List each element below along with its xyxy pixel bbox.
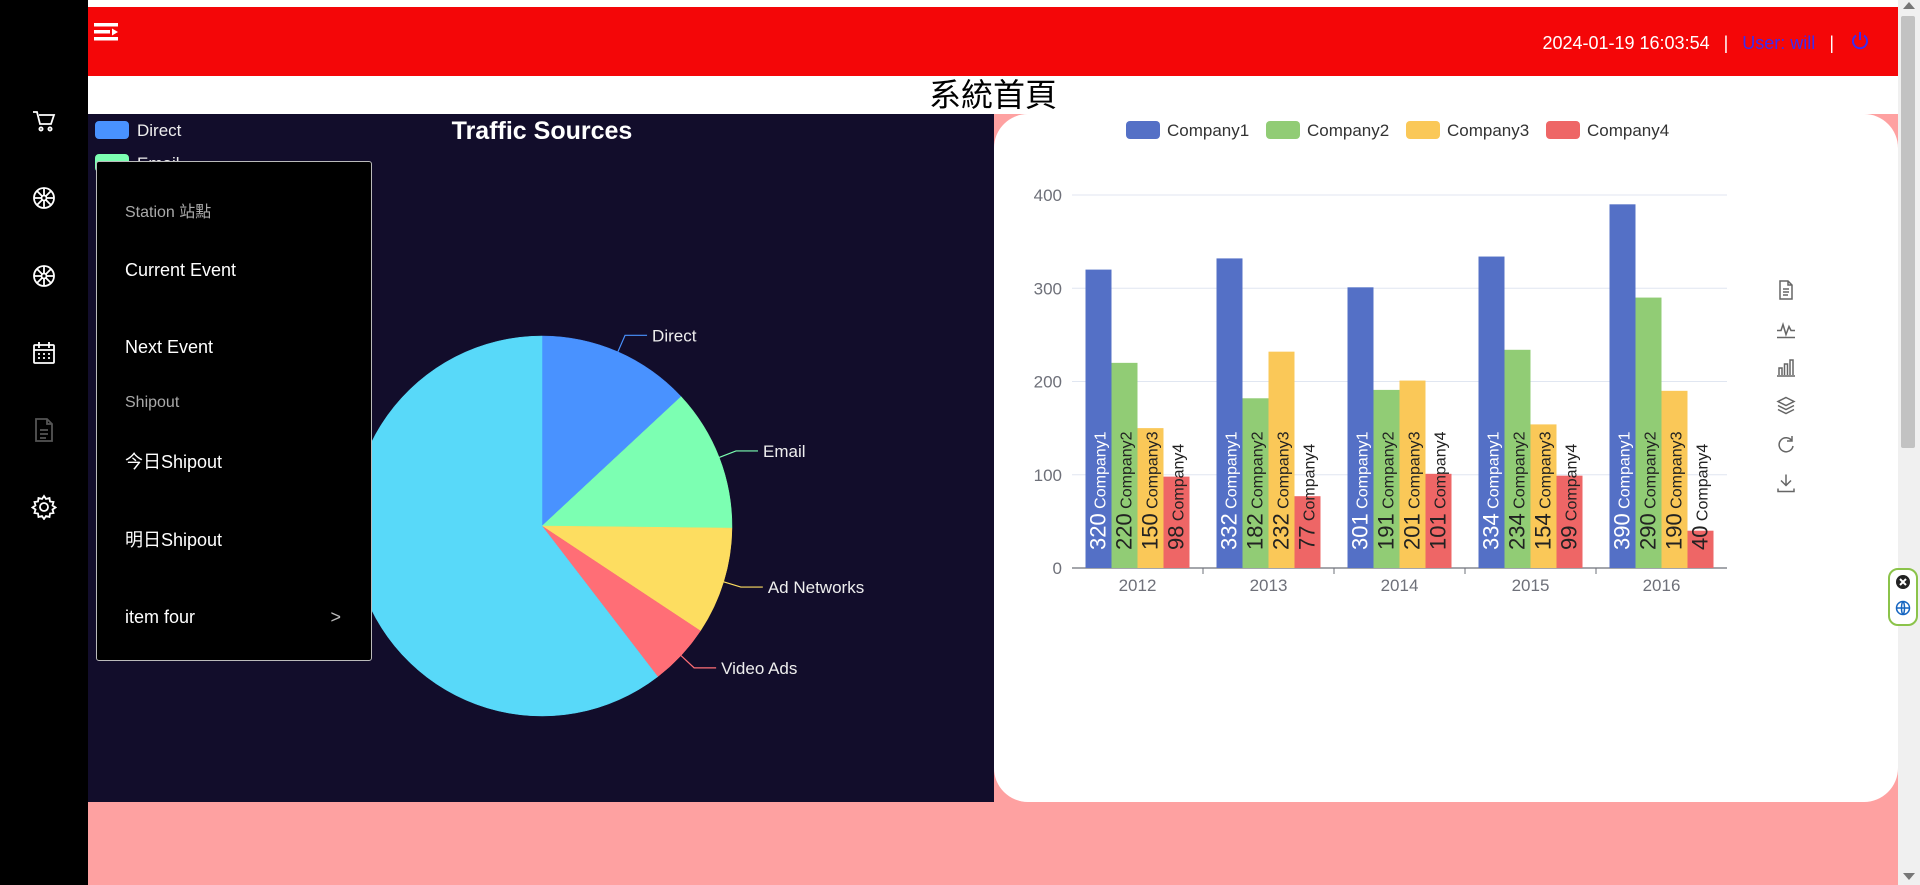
- data-view-icon[interactable]: [1779, 280, 1793, 300]
- pie-label-direct: Direct: [652, 326, 697, 345]
- legend-swatch-company2: [1266, 121, 1300, 139]
- save-image-icon[interactable]: [1777, 474, 1795, 493]
- legend-swatch-direct: [95, 121, 129, 139]
- legend-label-company3: Company3: [1447, 121, 1529, 140]
- restore-icon[interactable]: [1778, 436, 1794, 453]
- datetime-display: 2024-01-19 16:03:54: [1542, 33, 1710, 53]
- menu-item-four[interactable]: item four >: [97, 592, 371, 642]
- scroll-up-arrow-icon[interactable]: [1903, 2, 1915, 9]
- scroll-thumb[interactable]: [1901, 16, 1915, 448]
- stack-icon[interactable]: [1776, 396, 1796, 415]
- legend-label-direct: Direct: [137, 121, 182, 140]
- x-tick-2013: 2013: [1250, 576, 1288, 595]
- calendar-icon[interactable]: [26, 335, 62, 371]
- pie-slice-video-ads-leader: [680, 655, 717, 669]
- pie-label-ad-networks: Ad Networks: [768, 578, 864, 597]
- translate-icon[interactable]: [1895, 600, 1911, 621]
- wheel-icon[interactable]: [26, 258, 62, 294]
- dropdown-menu: Station 站點 Current Event Next Event Ship…: [96, 161, 372, 661]
- y-tick-300: 300: [1034, 279, 1062, 298]
- bar-chart-panel: 0 100 200 300 400 2012 320 Company1 220 Company…: [994, 114, 1898, 802]
- power-icon[interactable]: [1850, 31, 1870, 56]
- legend-swatch-company4: [1546, 121, 1580, 139]
- pie-label-email: Email: [763, 442, 806, 461]
- y-tick-100: 100: [1034, 466, 1062, 485]
- legend-swatch-company3: [1406, 121, 1440, 139]
- menu-group-station: Station 站點: [125, 204, 212, 221]
- legend-label-company1: Company1: [1167, 121, 1249, 140]
- separator: |: [1723, 33, 1729, 53]
- menu-item-four-label: item four: [125, 607, 196, 627]
- scroll-down-arrow-icon[interactable]: [1903, 873, 1915, 880]
- menu-toggle-icon[interactable]: [92, 21, 126, 51]
- menu-item-tomorrow-shipout[interactable]: 明日Shipout: [97, 515, 371, 565]
- x-tick-2015: 2015: [1512, 576, 1550, 595]
- extension-widget: [1888, 568, 1918, 626]
- pie-slice-email-leader: [718, 450, 758, 459]
- pie-title: Traffic Sources: [452, 117, 633, 145]
- x-tick-2014: 2014: [1381, 576, 1419, 595]
- y-tick-400: 400: [1034, 186, 1062, 205]
- pie-slice-direct-leader: [617, 334, 648, 353]
- pie-label-video-ads: Video Ads: [721, 659, 797, 678]
- legend-swatch-company1: [1126, 121, 1160, 139]
- bar-company4-2016-label: 40 Company4: [1688, 444, 1713, 550]
- page-title: 系統首頁: [928, 76, 1057, 114]
- menu-item-current-event[interactable]: Current Event: [97, 245, 371, 295]
- legend-label-company4: Company4: [1587, 121, 1669, 140]
- menu-item-next-event[interactable]: Next Event: [97, 322, 371, 372]
- document-icon[interactable]: [26, 412, 62, 448]
- bar-chart: 01002003004002012320 Company1220 Company…: [1034, 121, 1796, 595]
- pie-slice-ad-networks-leader: [723, 581, 763, 588]
- chevron-right-icon: >: [330, 607, 341, 627]
- x-tick-2016: 2016: [1643, 576, 1681, 595]
- topbar-right: 2024-01-19 16:03:54 | User: will |: [1542, 31, 1870, 56]
- user-link[interactable]: User: will: [1742, 33, 1815, 54]
- top-bar: 2024-01-19 16:03:54 | User: will |: [88, 7, 1898, 76]
- menu-group-shipout: Shipout: [125, 394, 180, 411]
- gear-icon[interactable]: [26, 489, 62, 525]
- wheel-icon[interactable]: [26, 180, 62, 216]
- cart-icon[interactable]: [26, 103, 62, 139]
- y-tick-0: 0: [1053, 559, 1062, 578]
- sidebar: [0, 0, 88, 885]
- vertical-scrollbar[interactable]: [1898, 0, 1920, 885]
- line-chart-icon[interactable]: [1777, 322, 1795, 339]
- separator: |: [1829, 33, 1834, 53]
- menu-item-today-shipout[interactable]: 今日Shipout: [97, 437, 371, 487]
- close-icon[interactable]: [1895, 574, 1911, 595]
- bar-chart-icon[interactable]: [1777, 359, 1795, 377]
- y-tick-200: 200: [1034, 373, 1062, 392]
- legend-label-company2: Company2: [1307, 121, 1389, 140]
- x-tick-2012: 2012: [1119, 576, 1157, 595]
